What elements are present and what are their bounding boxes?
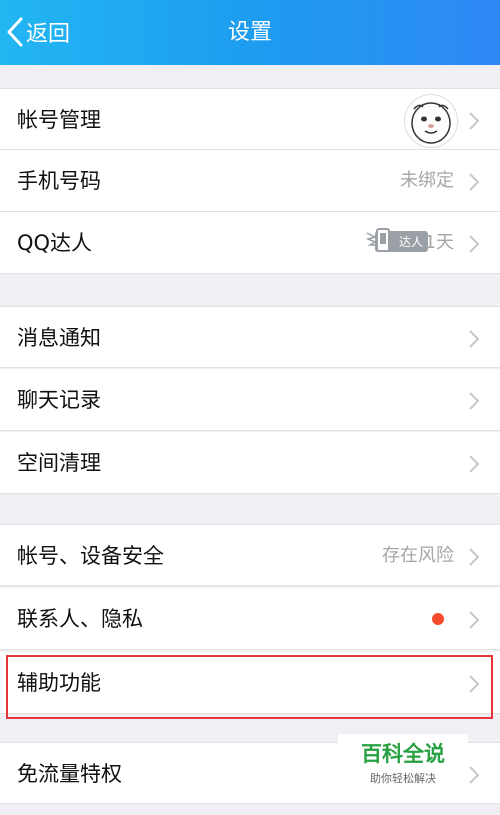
chevron-right-icon: [469, 235, 480, 253]
chevron-right-icon: [469, 675, 480, 693]
expert-badge-text: 达人: [398, 235, 423, 249]
settings-item-storage[interactable]: 空间清理: [0, 432, 500, 494]
settings-item-label: 帐号、设备安全: [17, 544, 164, 568]
expert-badge: 达人: [365, 228, 428, 252]
settings-item-label: 辅助功能: [17, 671, 101, 695]
settings-item-label: 空间清理: [17, 451, 101, 475]
avatar: [404, 94, 458, 148]
notification-dot: [432, 613, 444, 625]
watermark-subtitle: 助你轻松解决: [370, 772, 436, 785]
settings-item-label: 免流量特权: [17, 762, 122, 786]
chevron-right-icon: [469, 173, 480, 191]
security-status: 存在风险: [382, 545, 454, 566]
settings-item-label: QQ达人: [17, 231, 93, 255]
settings-item-account[interactable]: 帐号管理: [0, 88, 500, 150]
chevron-right-icon: [469, 392, 480, 410]
expert-days: 1天: [424, 232, 454, 253]
watermark-logo: 百科全说 助你轻松解决: [338, 734, 468, 794]
settings-item-label: 手机号码: [17, 169, 101, 193]
settings-item-phone[interactable]: 手机号码 未绑定: [0, 150, 500, 212]
settings-item-label: 帐号管理: [17, 108, 101, 132]
settings-item-qq-expert[interactable]: QQ达人 达人 1天: [0, 212, 500, 274]
settings-item-accessibility[interactable]: 辅助功能: [0, 652, 500, 714]
page-title: 设置: [227, 20, 272, 45]
phone-status: 未绑定: [400, 170, 454, 191]
chevron-right-icon: [469, 611, 480, 629]
settings-item-chat-history[interactable]: 聊天记录: [0, 369, 500, 431]
settings-item-notifications[interactable]: 消息通知: [0, 306, 500, 368]
settings-item-label: 消息通知: [17, 326, 101, 350]
settings-item-label: 聊天记录: [17, 388, 101, 412]
settings-item-privacy[interactable]: 联系人、隐私: [0, 588, 500, 650]
chevron-right-icon: [469, 112, 480, 130]
chevron-right-icon: [469, 548, 480, 566]
watermark-title: 百科全说: [361, 742, 445, 766]
settings-item-security[interactable]: 帐号、设备安全 存在风险: [0, 524, 500, 586]
chevron-right-icon: [469, 455, 480, 473]
winged-phone-icon: [365, 228, 401, 252]
settings-item-label: 联系人、隐私: [17, 607, 143, 631]
top-navigation-bar: 返回 设置: [0, 0, 500, 65]
chevron-right-icon: [469, 766, 480, 784]
chevron-right-icon: [469, 330, 480, 348]
